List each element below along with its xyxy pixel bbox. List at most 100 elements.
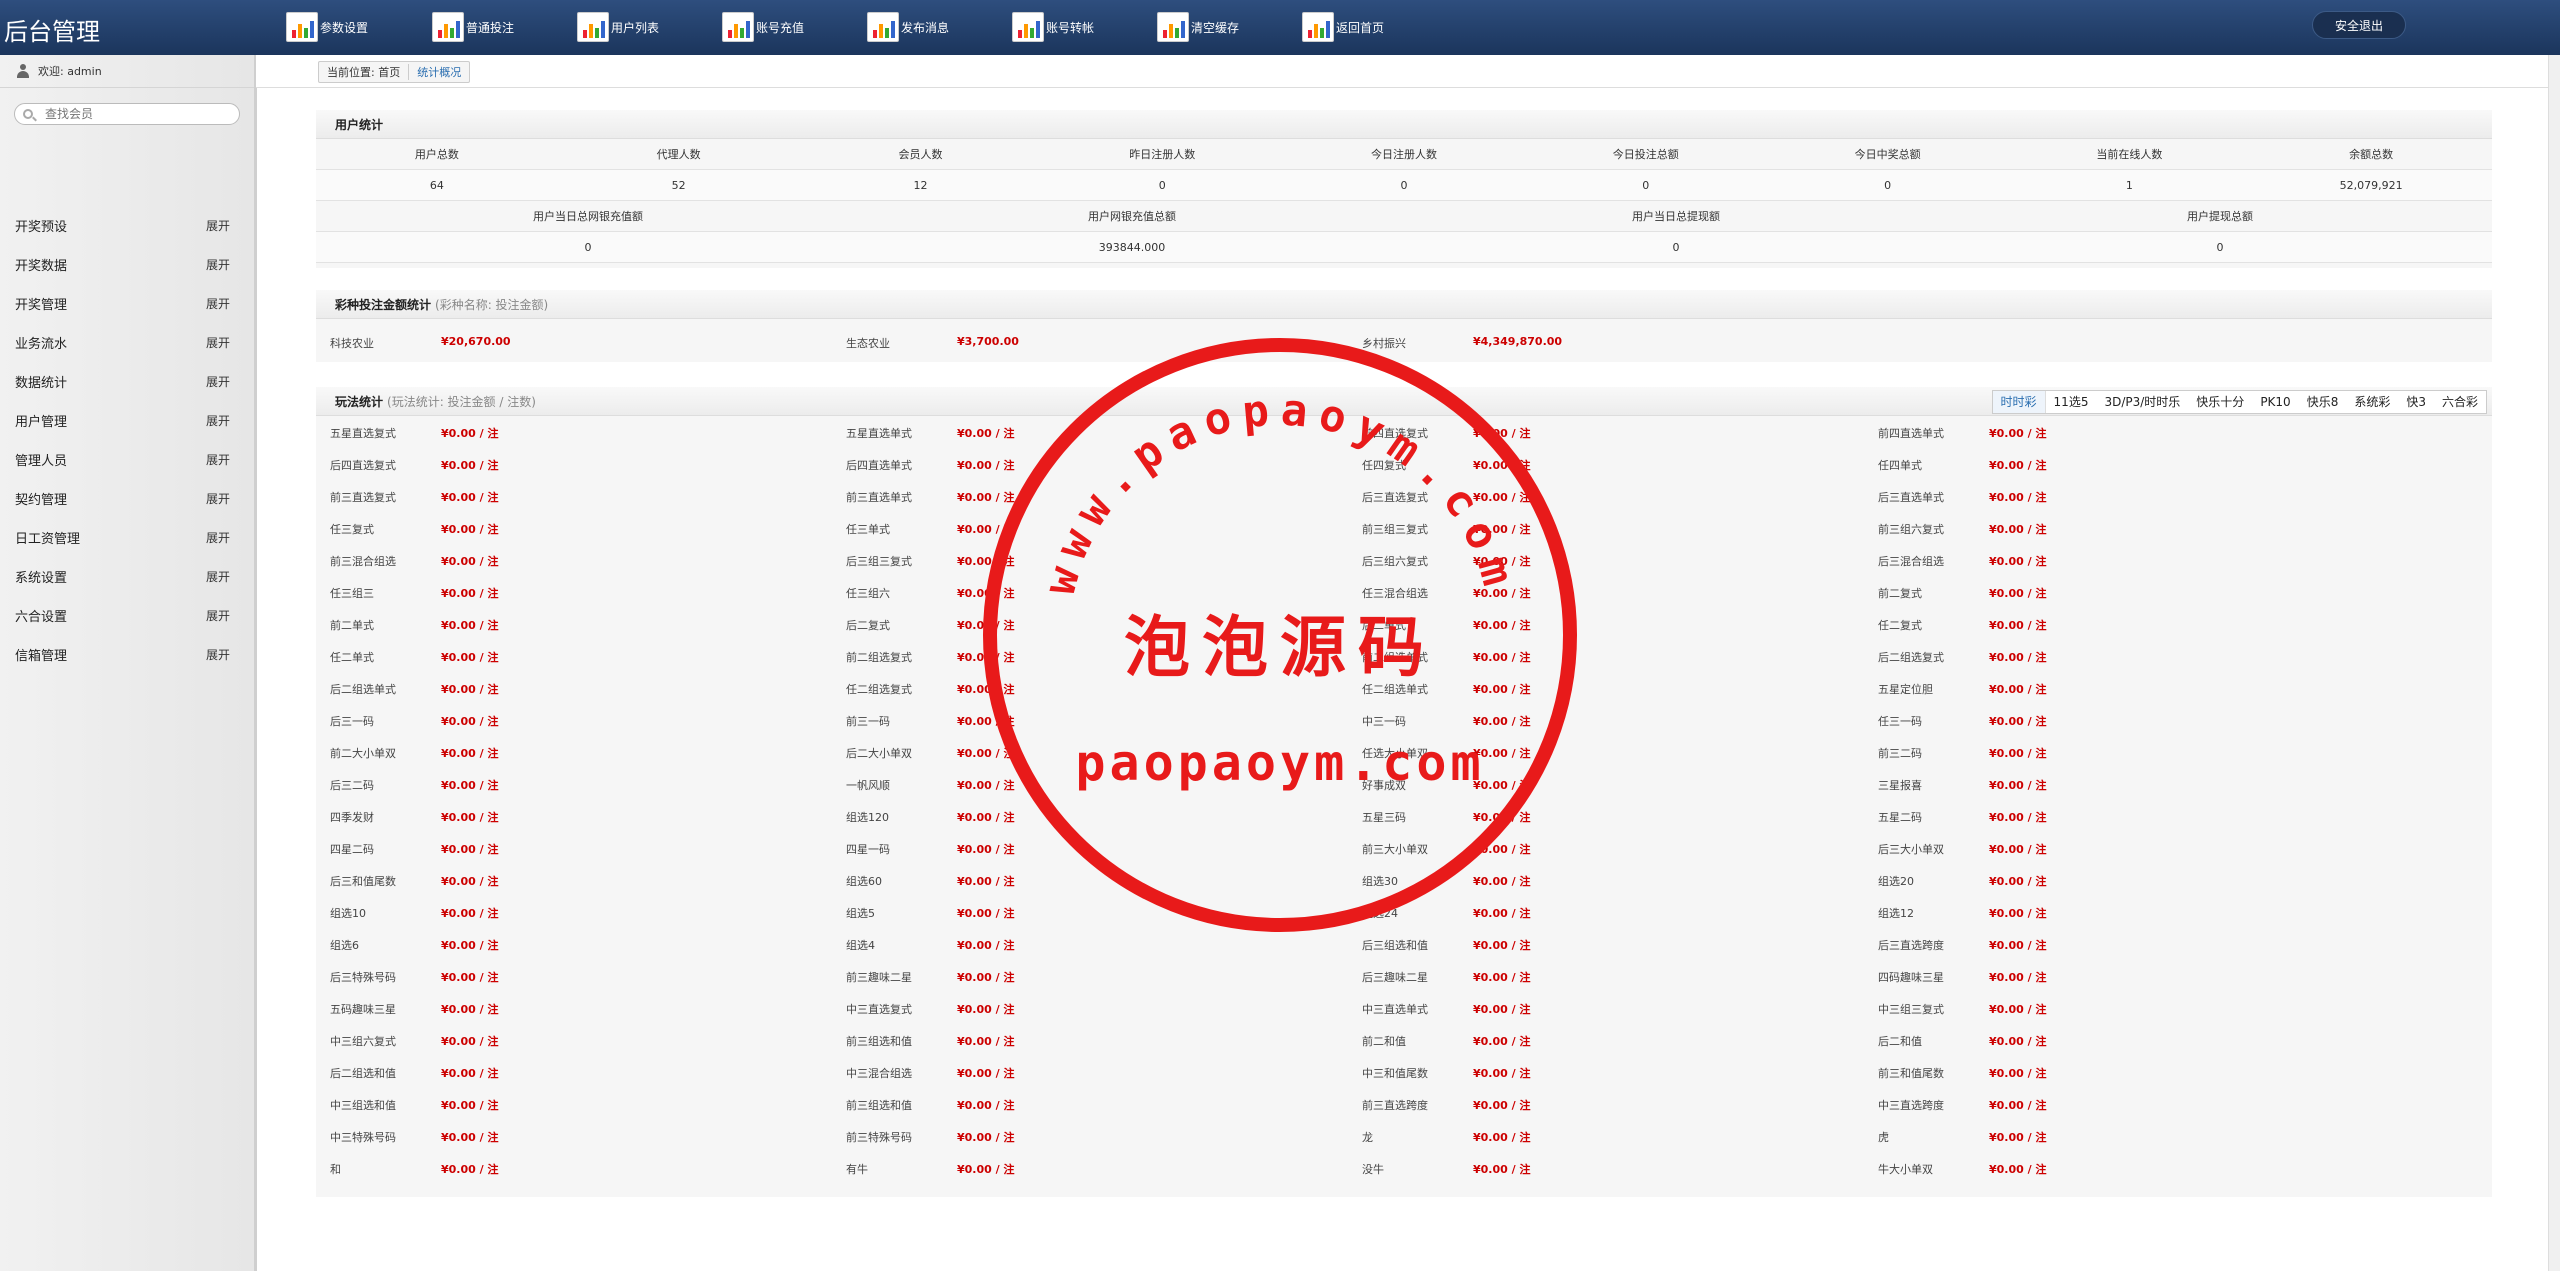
nav-recharge[interactable]: 账号充值 <box>722 10 842 44</box>
sidebar-item[interactable]: 六合设置 展开 <box>0 596 254 635</box>
page-scrollbar[interactable] <box>2548 55 2560 1271</box>
play-tab[interactable]: 系统彩 <box>2346 391 2398 413</box>
play-name: 组选120 <box>846 811 889 824</box>
sidebar-item-label: 契约管理 <box>15 493 68 508</box>
play-amount: ¥0.00 / 注 <box>441 1099 499 1112</box>
play-stat-item: 前四直选单式 ¥0.00 / 注 <box>1864 416 2380 448</box>
play-stat-item: 四季发财 ¥0.00 / 注 <box>316 800 832 832</box>
play-stat-item: 四星二码 ¥0.00 / 注 <box>316 832 832 864</box>
play-tab[interactable]: 快3 <box>2398 391 2434 413</box>
play-name: 中三特殊号码 <box>330 1131 396 1144</box>
play-name: 后二组选和值 <box>330 1067 396 1080</box>
sidebar-item[interactable]: 用户管理 展开 <box>0 401 254 440</box>
play-name: 前四直选单式 <box>1878 427 1944 440</box>
play-amount: ¥0.00 / 注 <box>957 779 1015 792</box>
sidebar-expand-toggle[interactable]: 展开 <box>206 451 230 468</box>
play-stat-item: 任三复式 ¥0.00 / 注 <box>316 512 832 544</box>
sidebar-expand-toggle[interactable]: 展开 <box>206 607 230 624</box>
logout-button[interactable]: 安全退出 <box>2312 11 2406 39</box>
sidebar-expand-toggle[interactable]: 展开 <box>206 529 230 546</box>
stat-value: 52 <box>671 178 686 192</box>
play-amount: ¥0.00 / 注 <box>957 811 1015 824</box>
nav-transfer[interactable]: 账号转帐 <box>1012 10 1132 44</box>
play-name: 三星报喜 <box>1878 779 1922 792</box>
play-name: 五星直选复式 <box>330 427 396 440</box>
play-amount: ¥0.00 / 注 <box>1989 427 2047 440</box>
sidebar-item[interactable]: 业务流水 展开 <box>0 323 254 362</box>
play-amount: ¥0.00 / 注 <box>441 523 499 536</box>
nav-params[interactable]: 参数设置 <box>286 10 406 44</box>
sidebar-expand-toggle[interactable]: 展开 <box>206 256 230 273</box>
sidebar-item[interactable]: 开奖预设 展开 <box>0 206 254 245</box>
play-amount: ¥0.00 / 注 <box>1473 1035 1531 1048</box>
play-amount: ¥0.00 / 注 <box>1473 1131 1531 1144</box>
play-tab[interactable]: 3D/P3/时时乐 <box>2096 391 2188 413</box>
play-tab[interactable]: 11选5 <box>2046 391 2097 413</box>
play-tab[interactable]: 时时彩 <box>1992 391 2046 413</box>
user-stats-header: 用户统计 <box>316 110 2492 139</box>
sidebar-item[interactable]: 开奖数据 展开 <box>0 245 254 284</box>
play-tab[interactable]: 快乐十分 <box>2188 391 2252 413</box>
play-tab[interactable]: PK10 <box>2252 391 2298 413</box>
sidebar-expand-toggle[interactable]: 展开 <box>206 373 230 390</box>
play-stat-item: 后二组选复式 ¥0.00 / 注 <box>1864 640 2380 672</box>
stat-value: 0 <box>1158 178 1166 192</box>
play-name: 组选10 <box>330 907 366 920</box>
play-name: 中三混合组选 <box>846 1067 912 1080</box>
sidebar-item[interactable]: 管理人员 展开 <box>0 440 254 479</box>
play-tab[interactable]: 快乐8 <box>2299 391 2347 413</box>
sidebar-item[interactable]: 契约管理 展开 <box>0 479 254 518</box>
sidebar-expand-toggle[interactable]: 展开 <box>206 217 230 234</box>
play-amount: ¥0.00 / 注 <box>1473 843 1531 856</box>
play-amount: ¥0.00 / 注 <box>1473 1067 1531 1080</box>
play-stat-item: 组选5 ¥0.00 / 注 <box>832 896 1348 928</box>
sidebar-item[interactable]: 系统设置 展开 <box>0 557 254 596</box>
lottery-name: 乡村振兴 <box>1362 337 1406 350</box>
chart-icon <box>1157 12 1189 42</box>
play-stat-item: 前二和值 ¥0.00 / 注 <box>1348 1024 1864 1056</box>
nav-publish-message[interactable]: 发布消息 <box>867 10 987 44</box>
sidebar-item[interactable]: 信箱管理 展开 <box>0 635 254 674</box>
stat-value: 1 <box>2125 178 2133 192</box>
play-stat-item: 组选4 ¥0.00 / 注 <box>832 928 1348 960</box>
play-amount: ¥0.00 / 注 <box>957 619 1015 632</box>
play-stat-item: 任二组选复式 ¥0.00 / 注 <box>832 672 1348 704</box>
play-amount: ¥0.00 / 注 <box>441 875 499 888</box>
sidebar-item[interactable]: 数据统计 展开 <box>0 362 254 401</box>
sidebar-expand-toggle[interactable]: 展开 <box>206 568 230 585</box>
play-amount: ¥0.00 / 注 <box>1473 523 1531 536</box>
play-amount: ¥0.00 / 注 <box>1989 1163 2047 1176</box>
chart-icon <box>432 12 464 42</box>
play-stat-item: 没牛 ¥0.00 / 注 <box>1348 1152 1864 1184</box>
play-amount: ¥0.00 / 注 <box>1989 939 2047 952</box>
nav-normal-bet[interactable]: 普通投注 <box>432 10 552 44</box>
stat-header: 当前在线人数 <box>2096 148 2163 161</box>
play-name: 任三一码 <box>1878 715 1922 728</box>
nav-clear-cache[interactable]: 清空缓存 <box>1157 10 1277 44</box>
sidebar-item[interactable]: 开奖管理 展开 <box>0 284 254 323</box>
sidebar-item-label: 开奖预设 <box>15 220 68 235</box>
play-stats-subtitle: (玩法统计: 投注金额 / 注数) <box>387 394 536 409</box>
nav-user-list[interactable]: 用户列表 <box>577 10 697 44</box>
sidebar-expand-toggle[interactable]: 展开 <box>206 490 230 507</box>
play-amount: ¥0.00 / 注 <box>1989 1067 2047 1080</box>
play-amount: ¥0.00 / 注 <box>441 907 499 920</box>
breadcrumb-prefix[interactable]: 当前位置: 首页 <box>327 64 400 80</box>
sidebar-expand-toggle[interactable]: 展开 <box>206 334 230 351</box>
play-stat-item: 前三直选复式 ¥0.00 / 注 <box>316 480 832 512</box>
play-amount: ¥0.00 / 注 <box>441 651 499 664</box>
lottery-stats-header: 彩种投注金额统计 (彩种名称: 投注金额) <box>316 290 2492 319</box>
play-amount: ¥0.00 / 注 <box>1473 715 1531 728</box>
nav-home[interactable]: 返回首页 <box>1302 10 1422 44</box>
member-search-input[interactable] <box>43 106 227 122</box>
play-amount: ¥0.00 / 注 <box>1989 1003 2047 1016</box>
sidebar-expand-toggle[interactable]: 展开 <box>206 295 230 312</box>
sidebar-expand-toggle[interactable]: 展开 <box>206 412 230 429</box>
play-amount: ¥0.00 / 注 <box>1473 651 1531 664</box>
stat-value: 52,079,921 <box>2339 178 2403 192</box>
sidebar-expand-toggle[interactable]: 展开 <box>206 646 230 663</box>
sidebar-item[interactable]: 日工资管理 展开 <box>0 518 254 557</box>
play-name: 五星定位胆 <box>1878 683 1933 696</box>
play-amount: ¥0.00 / 注 <box>957 907 1015 920</box>
play-tab[interactable]: 六合彩 <box>2434 391 2486 413</box>
